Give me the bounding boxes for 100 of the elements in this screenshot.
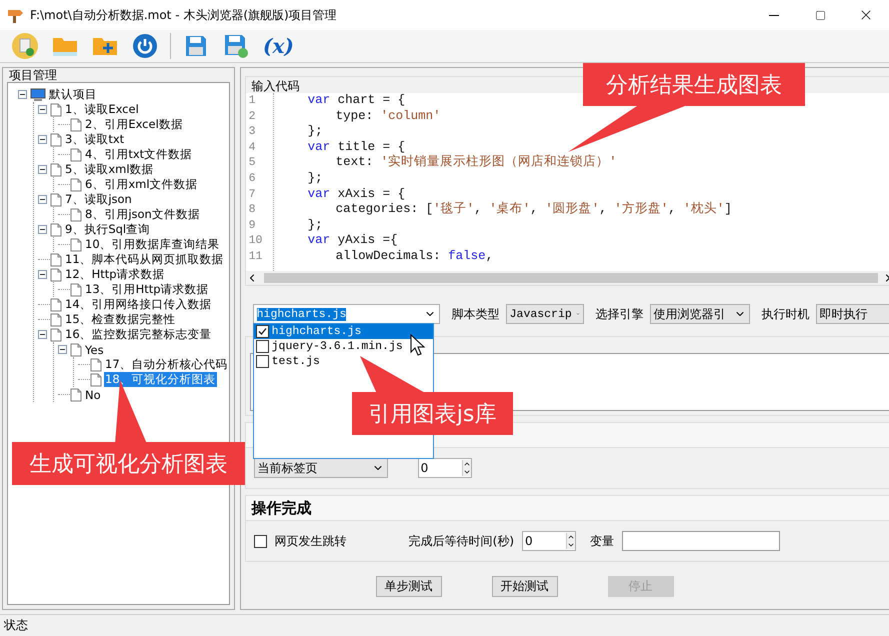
line-number: 1 (248, 93, 257, 109)
callout: 分析结果生成图表 (583, 63, 805, 106)
number-field[interactable]: 0 (522, 531, 576, 551)
checkbox[interactable] (254, 534, 267, 548)
tree-item[interactable]: 5、读取xml数据 (64, 162, 155, 177)
field-label: 脚本类型 (452, 306, 500, 322)
document-icon (50, 312, 62, 326)
field-label: 完成后等待时间(秒) (408, 532, 514, 550)
document-icon (70, 388, 82, 402)
dropdown[interactable]: 即时执行 (816, 304, 889, 324)
code-line: type: 'column' (334, 108, 442, 124)
document-icon (90, 358, 102, 372)
mouse-cursor-icon (410, 334, 426, 356)
collapse-toggle[interactable] (38, 135, 47, 144)
field-label: 变量 (590, 532, 614, 550)
library-select[interactable]: highcharts.js (252, 304, 440, 324)
library-option[interactable]: highcharts.js (254, 324, 433, 339)
minimize-icon (769, 14, 779, 16)
document-icon (70, 208, 82, 222)
collapse-toggle[interactable] (38, 105, 47, 114)
line-number: 7 (248, 186, 257, 202)
line-number: 3 (248, 124, 257, 140)
spin-up-icon (567, 533, 576, 541)
tree-item[interactable]: 7、读取json (64, 192, 133, 207)
app-logo-icon (6, 7, 24, 23)
tree-item[interactable]: 3、读取txt (64, 132, 126, 147)
line-number: 11 (248, 248, 264, 265)
document-icon (50, 162, 62, 176)
checkbox[interactable] (256, 340, 269, 353)
minus-icon (59, 346, 66, 353)
document-icon (50, 298, 62, 312)
code-line: }; (306, 170, 324, 187)
minus-icon (39, 166, 46, 173)
minus-icon (39, 331, 46, 338)
tree-item[interactable]: 2、引用Excel数据 (84, 117, 184, 132)
collapse-toggle[interactable] (38, 195, 47, 204)
code-line: var xAxis = { (306, 186, 406, 202)
code-line: categories: ['毯子', '桌布', '圆形盘', '方形盘', '枕头'] (334, 202, 732, 218)
variable-button[interactable]: (x) (261, 34, 296, 58)
tree-item[interactable]: 4、引用txt文件数据 (84, 147, 194, 162)
minus-icon (39, 196, 46, 203)
action-button[interactable]: 开始测试 (492, 576, 558, 597)
line-number: 4 (248, 140, 257, 156)
spin-up-icon (462, 460, 471, 468)
collapse-toggle[interactable] (38, 270, 47, 279)
tree-item[interactable]: 6、引用xml文件数据 (84, 177, 199, 192)
checkbox-label: 网页发生跳转 (274, 532, 347, 550)
document-icon (50, 102, 62, 116)
panel-title: 项目管理 (8, 68, 58, 82)
action-button[interactable]: 单步测试 (376, 576, 442, 597)
horizontal-scrollbar[interactable] (246, 271, 889, 285)
document-icon (50, 132, 62, 146)
checkbox[interactable] (256, 325, 269, 338)
tree-item[interactable]: 13、引用Http请求数据 (84, 282, 210, 297)
field-label: 选择引擎 (596, 306, 644, 322)
checkbox[interactable] (256, 355, 269, 368)
dropdown[interactable]: 当前标签页 (254, 458, 388, 478)
dropdown[interactable]: 使用浏览器引 (650, 304, 750, 324)
document-icon (50, 192, 62, 206)
document-icon (70, 148, 82, 162)
dropdown[interactable]: Javascrip (506, 304, 584, 324)
collapse-toggle[interactable] (58, 345, 67, 354)
code-line: }; (306, 124, 324, 140)
group-title: 输入代码 (250, 79, 301, 93)
power-button[interactable] (130, 31, 160, 61)
code-line: var yAxis ={ (306, 233, 399, 249)
tree-item[interactable]: 18、可视化分析图表 (104, 372, 217, 387)
code-line: text: '实时销量展示柱形图（网店和连锁店）' (334, 155, 618, 171)
line-number: 10 (248, 233, 264, 249)
collapse-toggle[interactable] (38, 330, 47, 339)
tree-item[interactable]: 默认项目 (48, 87, 98, 102)
tree-item[interactable]: 10、引用数据库查询结果 (84, 237, 221, 252)
new-document-button[interactable] (10, 31, 40, 61)
collapse-toggle[interactable] (38, 225, 47, 234)
window-title: F:\mot\自动分析数据.mot - 木头浏览器(旗舰版)项目管理 (30, 6, 338, 24)
section-title: 操作完成 (252, 498, 312, 518)
collapse-toggle[interactable] (18, 90, 27, 99)
number-field[interactable]: 0 (418, 458, 472, 478)
tree-item[interactable]: 1、读取Excel (64, 102, 140, 117)
tree-item[interactable]: Yes (84, 342, 105, 356)
tree-item[interactable]: 16、监控数据完整标志变量 (64, 327, 213, 342)
tree-item[interactable]: 9、执行Sql查询 (64, 222, 152, 237)
tree-item[interactable]: 12、Http请求数据 (64, 267, 166, 282)
minus-icon (39, 106, 46, 113)
tree-item[interactable]: No (84, 388, 102, 402)
document-icon (90, 372, 102, 386)
input-field[interactable] (622, 531, 780, 551)
minus-icon (39, 136, 46, 143)
field-label: 执行时机 (762, 306, 810, 322)
tree-item[interactable]: 14、引用网络接口传入数据 (64, 297, 213, 312)
tree-item[interactable]: 8、引用json文件数据 (84, 207, 201, 222)
tree-item[interactable]: 17、自动分析核心代码 (104, 357, 229, 372)
spin-down-icon (462, 468, 471, 476)
line-number: 2 (248, 108, 257, 124)
tree-item[interactable]: 11、脚本代码从网页抓取数据 (64, 252, 225, 267)
collapse-toggle[interactable] (38, 165, 47, 174)
document-icon (70, 342, 82, 356)
tree-item[interactable]: 15、检查数据完整性 (64, 312, 177, 327)
document-icon (70, 282, 82, 296)
code-line: var chart = { (306, 93, 406, 109)
